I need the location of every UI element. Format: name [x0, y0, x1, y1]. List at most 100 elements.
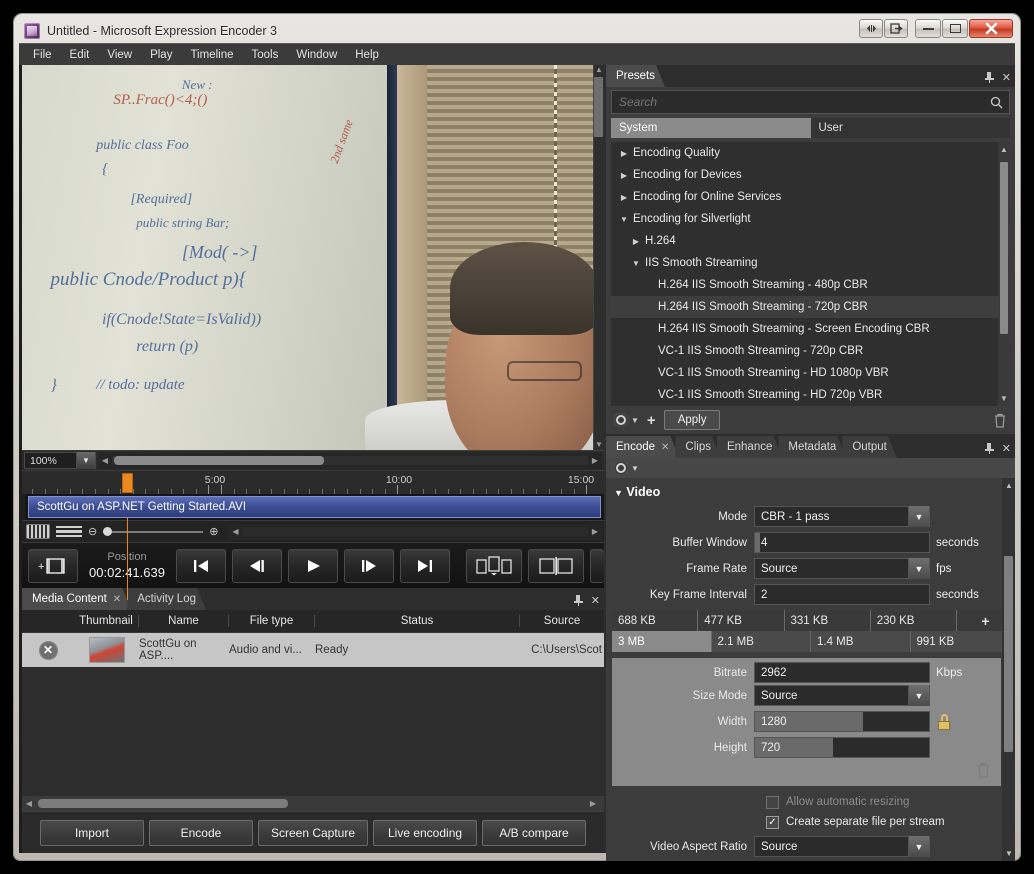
pin-icon[interactable]: [984, 443, 994, 454]
mode-select[interactable]: CBR - 1 pass ▼: [754, 506, 930, 527]
preset-settings-button[interactable]: ▼: [614, 413, 639, 427]
stream-total-cell[interactable]: 1.4 MB: [811, 631, 911, 652]
timeline-ruler[interactable]: 5:00 10:00 15:00: [22, 470, 604, 494]
scroll-thumb[interactable]: [38, 799, 288, 808]
scroll-left-arrow[interactable]: ◀: [98, 456, 112, 465]
stream-size-cell[interactable]: 331 KB: [784, 610, 871, 631]
stream-total-cell[interactable]: 3 MB: [612, 631, 712, 652]
stream-size-cell[interactable]: 230 KB: [870, 610, 957, 631]
tree-node-encoding-for-online-services[interactable]: ▶ Encoding for Online Services: [611, 186, 1010, 208]
preset-item-480p-cbr[interactable]: H.264 IIS Smooth Streaming - 480p CBR: [611, 274, 1010, 296]
maximize-button[interactable]: [942, 19, 968, 38]
scroll-down-arrow[interactable]: ▼: [1005, 849, 1013, 858]
search-icon[interactable]: [990, 96, 1003, 109]
table-row[interactable]: ✕ ScottGu on ASP.... Audio and vi... Rea…: [22, 633, 604, 667]
scroll-up-arrow[interactable]: ▲: [1005, 481, 1013, 490]
preset-tab-system[interactable]: System: [611, 118, 811, 138]
scroll-left-arrow[interactable]: ◀: [22, 799, 36, 808]
tree-node-encoding-for-devices[interactable]: ▶ Encoding for Devices: [611, 164, 1010, 186]
frame-rate-select[interactable]: Source ▼: [754, 558, 930, 579]
filmstrip-toggle-icon[interactable]: [26, 524, 50, 539]
key-frame-interval-input[interactable]: 2: [754, 584, 930, 605]
timeline-horizontal-scrollbar[interactable]: ◀ ▶: [228, 523, 602, 540]
playhead-handle[interactable]: [122, 473, 133, 493]
scroll-down-arrow[interactable]: ▼: [1000, 394, 1008, 403]
tab-output[interactable]: Output: [842, 436, 897, 458]
tree-node-encoding-for-silverlight[interactable]: ▼ Encoding for Silverlight: [611, 208, 1010, 230]
apply-button[interactable]: Apply: [663, 410, 721, 430]
tab-enhance[interactable]: Enhance: [717, 436, 782, 458]
chevron-down-icon[interactable]: ▼: [76, 452, 95, 469]
stream-total-cell[interactable]: 2.1 MB: [711, 631, 811, 652]
skip-to-start-button[interactable]: [176, 548, 226, 583]
track-height-icon[interactable]: [56, 525, 82, 538]
video-section-header[interactable]: ▼ Video: [606, 478, 1015, 505]
close-button[interactable]: [969, 19, 1013, 38]
close-icon[interactable]: ✕: [1002, 442, 1011, 455]
stream-size-cell[interactable]: 477 KB: [698, 610, 785, 631]
close-icon[interactable]: ✕: [661, 442, 669, 453]
preset-item-vc1-720p-cbr[interactable]: VC-1 IIS Smooth Streaming - 720p CBR: [611, 340, 1010, 362]
trash-icon[interactable]: [976, 762, 991, 778]
tab-presets[interactable]: Presets: [606, 65, 665, 87]
encode-scrollbar[interactable]: ▲ ▼: [1002, 478, 1015, 861]
ab-compare-button[interactable]: A/B compare: [482, 819, 587, 846]
menu-edit[interactable]: Edit: [61, 47, 99, 63]
trash-icon[interactable]: [993, 413, 1007, 428]
preset-tree[interactable]: ▶ Encoding Quality ▶ Encoding for Devices …: [611, 142, 1010, 406]
menu-view[interactable]: View: [98, 47, 141, 63]
scroll-track[interactable]: [242, 527, 588, 536]
tab-media-content[interactable]: Media Content ✕: [22, 588, 131, 610]
chevron-down-icon[interactable]: ▼: [631, 416, 639, 425]
video-canvas[interactable]: New : SP..Frac()<4;() public class Foo {…: [22, 65, 593, 450]
height-input[interactable]: 720: [754, 737, 930, 758]
create-separate-file-row[interactable]: ✓ Create separate file per stream: [606, 812, 1015, 832]
play-button[interactable]: [288, 548, 338, 583]
scroll-track[interactable]: [112, 456, 588, 465]
stream-total-cell[interactable]: 991 KB: [910, 631, 1009, 652]
column-name[interactable]: Name: [139, 615, 229, 627]
preset-item-screen-encoding-cbr[interactable]: H.264 IIS Smooth Streaming - Screen Enco…: [611, 318, 1010, 340]
more-transport-button[interactable]: [590, 548, 604, 583]
step-back-button[interactable]: [232, 548, 282, 583]
preset-item-vc1-hd-1080p-vbr[interactable]: VC-1 IIS Smooth Streaming - HD 1080p VBR: [611, 362, 1010, 384]
menu-help[interactable]: Help: [346, 47, 388, 63]
column-thumbnail[interactable]: Thumbnail: [74, 615, 139, 627]
skip-to-end-button[interactable]: [400, 548, 450, 583]
menu-file[interactable]: File: [24, 47, 61, 63]
tab-activity-log[interactable]: Activity Log: [127, 588, 206, 610]
menu-window[interactable]: Window: [287, 47, 346, 63]
scroll-thumb[interactable]: [1000, 162, 1008, 334]
chevron-right-icon[interactable]: ▶: [619, 149, 629, 158]
column-file-type[interactable]: File type: [229, 615, 315, 627]
chevron-down-icon[interactable]: ▼: [631, 464, 639, 473]
menu-timeline[interactable]: Timeline: [181, 47, 242, 63]
preset-search-box[interactable]: [611, 90, 1010, 114]
chevron-right-icon[interactable]: ▶: [631, 237, 641, 246]
menu-tools[interactable]: Tools: [242, 47, 287, 63]
tree-node-h264[interactable]: ▶ H.264: [611, 230, 1010, 252]
chevron-down-icon[interactable]: ▼: [908, 836, 929, 857]
expand-panels-button[interactable]: [859, 19, 883, 38]
timeline-zoom-slider[interactable]: [103, 526, 204, 538]
zoom-level-combo[interactable]: 100% ▼: [24, 452, 96, 469]
add-preset-icon[interactable]: +: [647, 413, 656, 428]
video-aspect-ratio-select[interactable]: Source ▼: [754, 836, 930, 857]
chevron-down-icon[interactable]: ▼: [631, 259, 641, 268]
slider-knob[interactable]: [103, 526, 113, 536]
width-input[interactable]: 1280: [754, 711, 930, 732]
preview-vertical-scrollbar[interactable]: ▲ ▼: [593, 65, 604, 450]
timeline-clip[interactable]: ScottGu on ASP.NET Getting Started.AVI: [28, 496, 601, 518]
pin-icon[interactable]: [984, 72, 994, 83]
column-status[interactable]: Status: [315, 615, 520, 627]
chevron-right-icon[interactable]: ▶: [619, 193, 629, 202]
scroll-left-arrow[interactable]: ◀: [228, 527, 242, 536]
trim-clip-button[interactable]: [528, 548, 584, 583]
gear-icon[interactable]: [614, 413, 628, 427]
menu-play[interactable]: Play: [141, 47, 181, 63]
buffer-window-input[interactable]: 4: [754, 532, 930, 553]
preview-horizontal-scrollbar[interactable]: ◀ ▶: [98, 452, 602, 469]
gear-icon[interactable]: [614, 461, 628, 475]
scroll-down-arrow[interactable]: ▼: [595, 440, 603, 450]
restore-down-button[interactable]: [884, 19, 908, 38]
